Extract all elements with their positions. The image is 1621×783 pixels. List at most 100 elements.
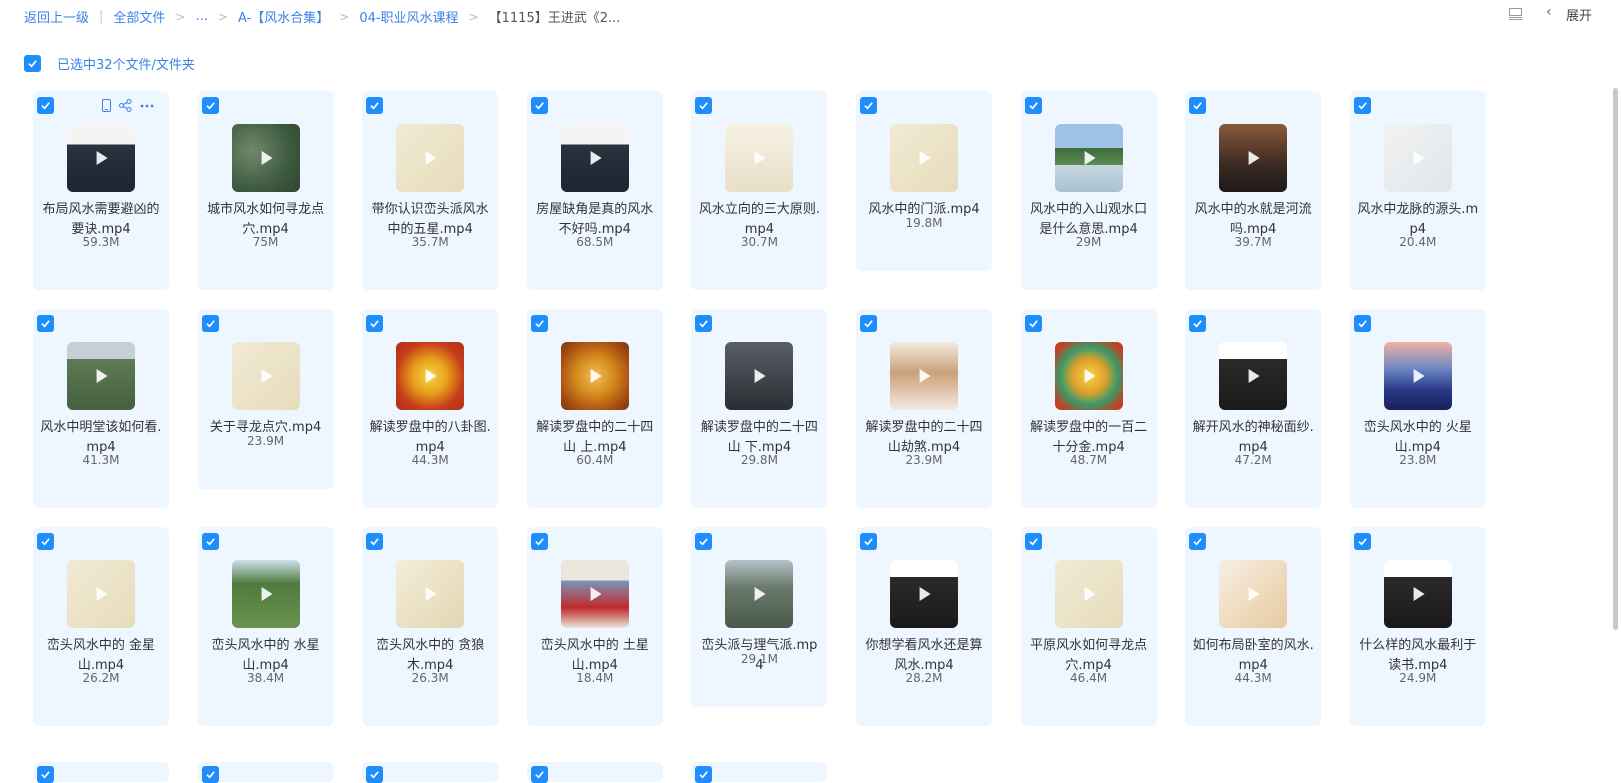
file-card[interactable]: 风水中龙脉的源头.mp4 20.4M: [1349, 91, 1486, 290]
video-thumbnail[interactable]: [67, 342, 135, 410]
file-card[interactable]: 风水中明堂该如何看.mp4 41.3M: [33, 309, 169, 508]
file-checkbox[interactable]: [201, 766, 219, 783]
file-checkbox[interactable]: [37, 766, 54, 783]
video-thumbnail[interactable]: [1219, 124, 1288, 192]
video-thumbnail[interactable]: [231, 342, 300, 410]
file-checkbox[interactable]: [695, 766, 713, 783]
more-icon[interactable]: [140, 104, 154, 108]
video-thumbnail[interactable]: [1383, 124, 1452, 192]
file-checkbox[interactable]: [37, 315, 54, 332]
file-card[interactable]: 解读罗盘中的一百二十分金.mp4 48.7M: [1020, 309, 1157, 508]
video-thumbnail[interactable]: [1383, 560, 1452, 628]
file-checkbox[interactable]: [1024, 97, 1042, 114]
file-card[interactable]: 解读罗盘中的二十四山 上.mp4 60.4M: [526, 309, 663, 508]
breadcrumb-ellipsis[interactable]: ...: [195, 9, 207, 24]
file-checkbox[interactable]: [366, 315, 384, 332]
file-checkbox[interactable]: [201, 97, 219, 114]
file-card[interactable]: 房屋缺角是真的风水不好吗.mp4 68.5M: [526, 91, 663, 290]
file-card[interactable]: 峦头风水中的 土星山.mp4 18.4M: [526, 527, 663, 726]
video-thumbnail[interactable]: [67, 124, 135, 192]
file-card[interactable]: 解开风水的神秘面纱.mp4 47.2M: [1185, 309, 1322, 508]
file-card[interactable]: 带你认识峦头派风水中的五星.mp4 35.7M: [362, 91, 499, 290]
file-card[interactable]: 峦头风水中的 金星山.mp4 26.2M: [33, 527, 169, 726]
file-card[interactable]: 城市风水如何寻龙点穴.mp4 75M: [197, 91, 334, 290]
video-thumbnail[interactable]: [890, 560, 958, 628]
video-thumbnail[interactable]: [231, 560, 300, 628]
file-card[interactable]: [691, 762, 828, 783]
file-card[interactable]: 布局风水需要避凶的要诀.mp4 59.3M: [33, 91, 169, 290]
video-thumbnail[interactable]: [231, 124, 300, 192]
file-checkbox[interactable]: [1189, 97, 1207, 114]
expand-button[interactable]: 展开: [1566, 5, 1592, 24]
video-thumbnail[interactable]: [560, 560, 629, 628]
file-checkbox[interactable]: [366, 766, 384, 783]
chevron-left-icon[interactable]: ‹: [1546, 4, 1552, 20]
video-thumbnail[interactable]: [396, 124, 465, 192]
file-checkbox[interactable]: [695, 97, 713, 114]
breadcrumb-folder-1[interactable]: A-【风水合集】: [238, 7, 329, 26]
video-thumbnail[interactable]: [67, 560, 135, 628]
file-card[interactable]: 风水中的入山观水口是什么意思.mp4 29M: [1020, 91, 1157, 290]
file-card[interactable]: 解读罗盘中的二十四山劫煞.mp4 23.9M: [856, 309, 992, 508]
video-thumbnail[interactable]: [1219, 342, 1288, 410]
file-card[interactable]: [362, 762, 499, 783]
file-checkbox[interactable]: [695, 533, 713, 550]
file-card[interactable]: 风水中的门派.mp4 19.8M: [856, 91, 992, 271]
file-checkbox[interactable]: [1353, 533, 1371, 550]
breadcrumb-folder-2[interactable]: 04-职业风水课程: [359, 7, 458, 26]
file-card[interactable]: 平原风水如何寻龙点穴.mp4 46.4M: [1020, 527, 1157, 726]
file-card[interactable]: 解读罗盘中的八卦图.mp4 44.3M: [362, 309, 499, 508]
scrollbar[interactable]: [1613, 88, 1618, 630]
file-card[interactable]: [197, 762, 334, 783]
file-card[interactable]: [33, 762, 169, 783]
video-thumbnail[interactable]: [396, 560, 465, 628]
file-checkbox[interactable]: [366, 533, 384, 550]
file-card[interactable]: 你想学看风水还是算风水.mp4 28.2M: [856, 527, 992, 726]
file-checkbox[interactable]: [530, 766, 548, 783]
file-card[interactable]: 峦头风水中的 贪狼木.mp4 26.3M: [362, 527, 499, 726]
file-card[interactable]: 峦头风水中的 火星山.mp4 23.8M: [1349, 309, 1486, 508]
file-card[interactable]: [526, 762, 663, 783]
file-checkbox[interactable]: [1353, 97, 1371, 114]
video-thumbnail[interactable]: [1054, 342, 1123, 410]
file-card[interactable]: 解读罗盘中的二十四山 下.mp4 29.8M: [691, 309, 828, 508]
video-thumbnail[interactable]: [396, 342, 465, 410]
share-icon[interactable]: [119, 99, 132, 112]
video-thumbnail[interactable]: [725, 124, 794, 192]
file-card[interactable]: 关于寻龙点穴.mp4 23.9M: [197, 309, 334, 489]
video-thumbnail[interactable]: [725, 342, 794, 410]
file-checkbox[interactable]: [530, 97, 548, 114]
file-checkbox[interactable]: [530, 315, 548, 332]
file-checkbox[interactable]: [366, 97, 384, 114]
file-card[interactable]: 什么样的风水最利于读书.mp4 24.9M: [1349, 527, 1486, 726]
video-thumbnail[interactable]: [1054, 560, 1123, 628]
video-thumbnail[interactable]: [890, 342, 958, 410]
phone-icon[interactable]: [102, 99, 111, 112]
file-checkbox[interactable]: [530, 533, 548, 550]
list-view-icon[interactable]: [1509, 8, 1522, 20]
file-card[interactable]: 如何布局卧室的风水.mp4 44.3M: [1185, 527, 1322, 726]
video-thumbnail[interactable]: [725, 560, 794, 628]
video-thumbnail[interactable]: [560, 342, 629, 410]
file-checkbox[interactable]: [1024, 315, 1042, 332]
file-checkbox[interactable]: [1024, 533, 1042, 550]
video-thumbnail[interactable]: [890, 124, 958, 192]
file-checkbox[interactable]: [695, 315, 713, 332]
file-card[interactable]: 风水立向的三大原则.mp4 30.7M: [691, 91, 828, 290]
video-thumbnail[interactable]: [1383, 342, 1452, 410]
file-checkbox[interactable]: [201, 533, 219, 550]
file-checkbox[interactable]: [1353, 315, 1371, 332]
file-checkbox[interactable]: [201, 315, 219, 332]
select-all-checkbox[interactable]: [24, 55, 41, 72]
file-checkbox[interactable]: [1189, 315, 1207, 332]
file-checkbox[interactable]: [37, 97, 54, 114]
breadcrumb-all-files[interactable]: 全部文件: [113, 7, 165, 26]
file-checkbox[interactable]: [37, 533, 54, 550]
back-link[interactable]: 返回上一级: [24, 7, 89, 26]
video-thumbnail[interactable]: [560, 124, 629, 192]
file-checkbox[interactable]: [1189, 533, 1207, 550]
file-checkbox[interactable]: [860, 315, 877, 332]
video-thumbnail[interactable]: [1054, 124, 1123, 192]
file-checkbox[interactable]: [860, 533, 877, 550]
file-card[interactable]: 峦头派与理气派.mp4 29.1M: [691, 527, 828, 707]
